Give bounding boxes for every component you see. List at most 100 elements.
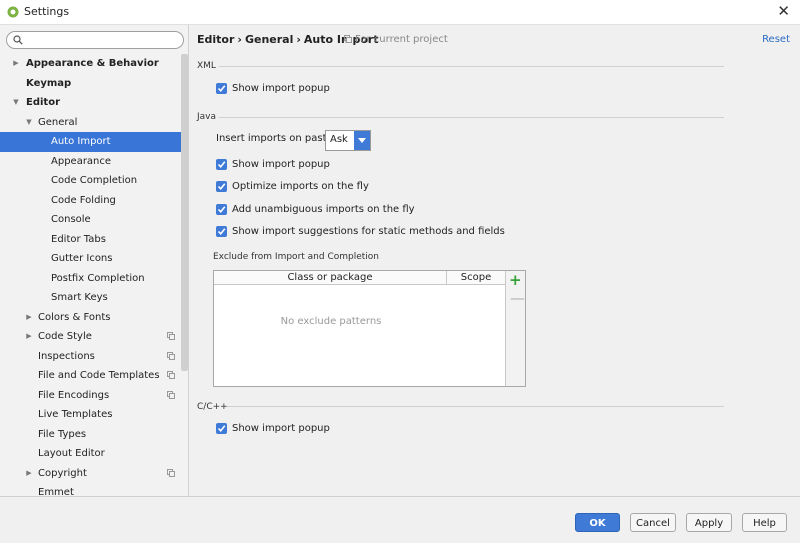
sidebar-item[interactable]: Live Templates [0,405,181,425]
sidebar-item[interactable]: Emmet [0,483,181,496]
project-icon [344,35,352,43]
sidebar-item-label: Code Style [38,331,92,342]
expand-down-icon[interactable]: ▼ [12,93,20,113]
sidebar-item-label: File Encodings [38,389,110,401]
column-header-scope[interactable]: Scope [447,271,505,284]
sidebar-item[interactable]: Postfix Completion [0,269,181,289]
ok-button[interactable]: OK [575,513,620,532]
sidebar-item[interactable]: File Encodings [0,386,181,406]
sidebar-item[interactable]: ▼ General [0,113,181,133]
project-scope-icon [167,371,175,379]
expand-right-icon[interactable]: ▶ [25,308,33,328]
project-scope-note: For current project [344,34,448,45]
sidebar-item[interactable]: ▶ Code Style [0,327,181,347]
sidebar-item[interactable]: Editor Tabs [0,230,181,250]
section-title-cpp: C/C++ [197,402,228,412]
insert-imports-label: Insert imports on paste: [216,133,337,144]
dropdown-value: Ask [330,134,348,145]
checkbox-label: Show import popup [232,83,330,94]
settings-tree: ▶ Appearance & Behavior Keymap ▼ Editor ▼ Gene… [0,54,181,496]
column-header-class[interactable]: Class or package [214,271,447,284]
sidebar-item-label: Emmet [38,487,74,496]
sidebar-item[interactable]: ▶ Appearance & Behavior [0,54,181,74]
apply-button[interactable]: Apply [686,513,732,532]
sidebar-item[interactable]: Layout Editor [0,444,181,464]
checkbox-checked[interactable] [216,226,227,237]
checkbox-checked[interactable] [216,423,227,434]
expand-right-icon[interactable]: ▶ [12,54,20,74]
project-scope-icon [167,468,175,477]
project-note-text: For current project [355,34,448,45]
sidebar-item-label: Colors & Fonts [38,311,111,323]
sidebar-item-label: Editor [26,97,60,108]
sidebar-item-label: Code Folding [51,194,116,206]
sidebar-item-label: Postfix Completion [51,272,145,284]
sidebar-item-label: Smart Keys [51,292,108,303]
section-divider [219,66,724,67]
sidebar-item[interactable]: File and Code Templates [0,366,181,386]
sidebar-item-label: Layout Editor [38,448,105,459]
checkbox-checked[interactable] [216,83,227,94]
sidebar-item[interactable]: ▶ Copyright [0,464,181,484]
checkbox-label: Show import suggestions for static metho… [232,226,505,237]
checkbox-checked[interactable] [216,181,227,192]
expand-right-icon[interactable]: ▶ [25,464,33,484]
section-title-java: Java [197,112,217,122]
search-input[interactable] [27,33,177,47]
sidebar-scrollbar[interactable] [181,54,188,371]
close-icon[interactable]: ✕ [777,2,790,20]
expand-right-icon[interactable]: ▶ [25,327,33,347]
reset-link[interactable]: Reset [762,34,790,45]
sidebar-item[interactable]: Appearance [0,152,181,172]
title-bar: Settings ✕ [0,0,800,25]
project-scope-icon [167,332,175,340]
window-title: Settings [24,5,70,18]
checkbox-checked[interactable] [216,204,227,215]
exclude-title: Exclude from Import and Completion [213,252,379,262]
sidebar-item[interactable]: File Types [0,425,181,445]
sidebar-item-label: Appearance [51,155,112,167]
android-studio-icon [7,6,19,18]
dropdown-button[interactable] [354,131,370,150]
project-scope-icon [167,390,175,399]
help-button[interactable]: Help [742,513,787,532]
sidebar-item[interactable]: Console [0,210,181,230]
sidebar-item[interactable]: Gutter Icons [0,249,181,269]
sidebar-item-label: Code Completion [51,175,138,186]
insert-imports-dropdown[interactable]: Ask [325,130,371,151]
sidebar-item[interactable]: Auto Import [0,132,181,152]
search-field[interactable] [6,31,184,49]
settings-content: Editor › General › Auto Import For current p… [189,25,800,496]
sidebar-item-label: Appearance & Behavior [26,58,159,69]
expand-down-icon[interactable]: ▼ [25,113,33,133]
sidebar-item[interactable]: Smart Keys [0,288,181,308]
checkbox-label: Add unambiguous imports on the fly [232,204,415,215]
remove-icon[interactable]: — [510,291,525,306]
cancel-button[interactable]: Cancel [630,513,676,532]
section-divider [227,406,724,407]
sidebar-item[interactable]: Code Completion [0,171,181,191]
sidebar-item-label: General [38,116,78,128]
chevron-down-icon [358,138,366,143]
checkbox-label: Show import popup [232,159,330,170]
checkbox-label: Show import popup [232,423,330,434]
sidebar-item-label: Keymap [26,77,72,89]
add-icon[interactable]: + [509,273,522,288]
settings-sidebar: ▶ Appearance & Behavior Keymap ▼ Editor ▼ Gene… [0,25,189,496]
sidebar-item[interactable]: Inspections [0,347,181,367]
breadcrumb-separator: › [237,33,242,46]
sidebar-item[interactable]: ▶ Colors & Fonts [0,308,181,328]
exclude-table: Class or package Scope No exclude patter… [213,270,526,387]
empty-state-text: No exclude patterns [280,316,382,327]
sidebar-item[interactable]: Keymap [0,74,181,94]
section-title-xml: XML [197,61,216,71]
breadcrumb-separator: › [296,33,301,46]
sidebar-item-label: Copyright [38,467,87,479]
checkbox-checked[interactable] [216,159,227,170]
sidebar-item[interactable]: ▼ Editor [0,93,181,113]
breadcrumb-general: General [244,33,294,46]
table-toolbar: + — [506,271,525,386]
sidebar-item[interactable]: Code Folding [0,191,181,211]
breadcrumb-editor: Editor [197,33,235,46]
search-icon [13,35,23,45]
